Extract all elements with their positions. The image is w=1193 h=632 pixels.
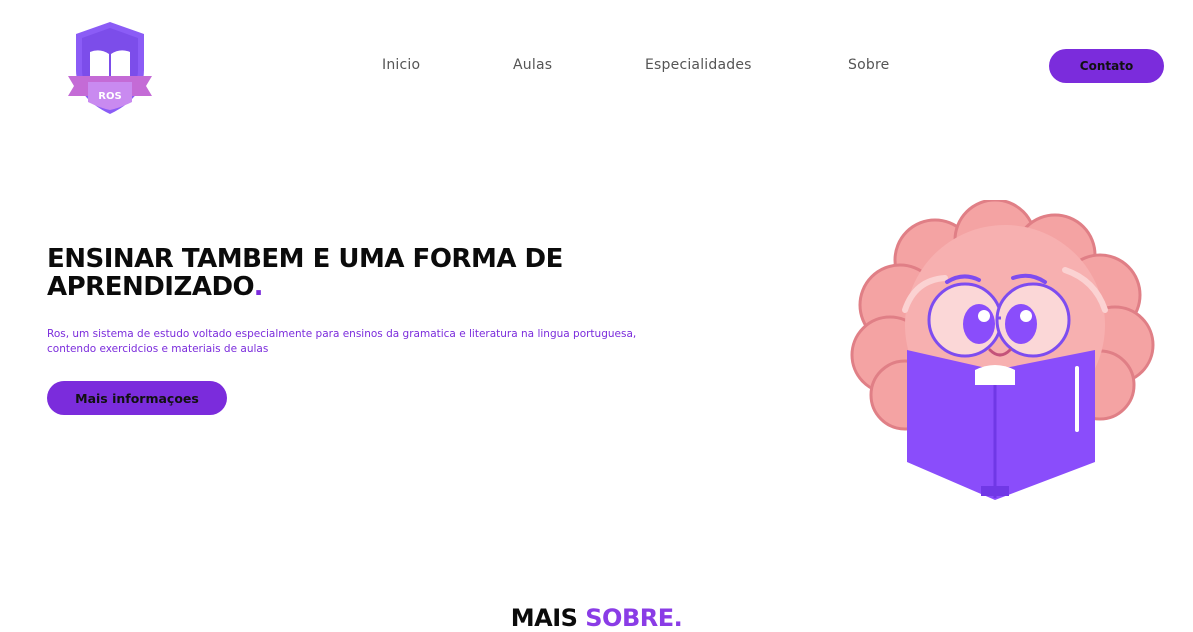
main-nav: Inicio Aulas Especialidades Sobre	[0, 57, 1193, 77]
nav-link-aulas[interactable]: Aulas	[513, 57, 552, 73]
hero-description: Ros, um sistema de estudo voltado especi…	[47, 328, 637, 355]
section-title: MAIS SOBRE.	[0, 604, 1193, 632]
contact-button[interactable]: Contato	[1049, 49, 1164, 83]
brain-reading-mascot	[845, 198, 1160, 500]
hero-title-dot: .	[253, 272, 264, 302]
brain-mascot-icon	[850, 198, 1155, 500]
hero-title: ENSINAR TAMBEM E UMA FORMA DE APRENDIZAD…	[47, 245, 667, 301]
section-title-part1: MAIS	[510, 604, 586, 632]
more-info-button[interactable]: Mais informaçoes	[47, 381, 227, 415]
section-title-part2: SOBRE.	[585, 604, 683, 632]
logo-text: ROS	[98, 91, 121, 102]
hero-title-text: ENSINAR TAMBEM E UMA FORMA DE APRENDIZAD…	[47, 244, 563, 302]
nav-link-inicio[interactable]: Inicio	[382, 57, 420, 73]
nav-link-especialidades[interactable]: Especialidades	[645, 57, 752, 73]
nav-link-sobre[interactable]: Sobre	[848, 57, 889, 73]
